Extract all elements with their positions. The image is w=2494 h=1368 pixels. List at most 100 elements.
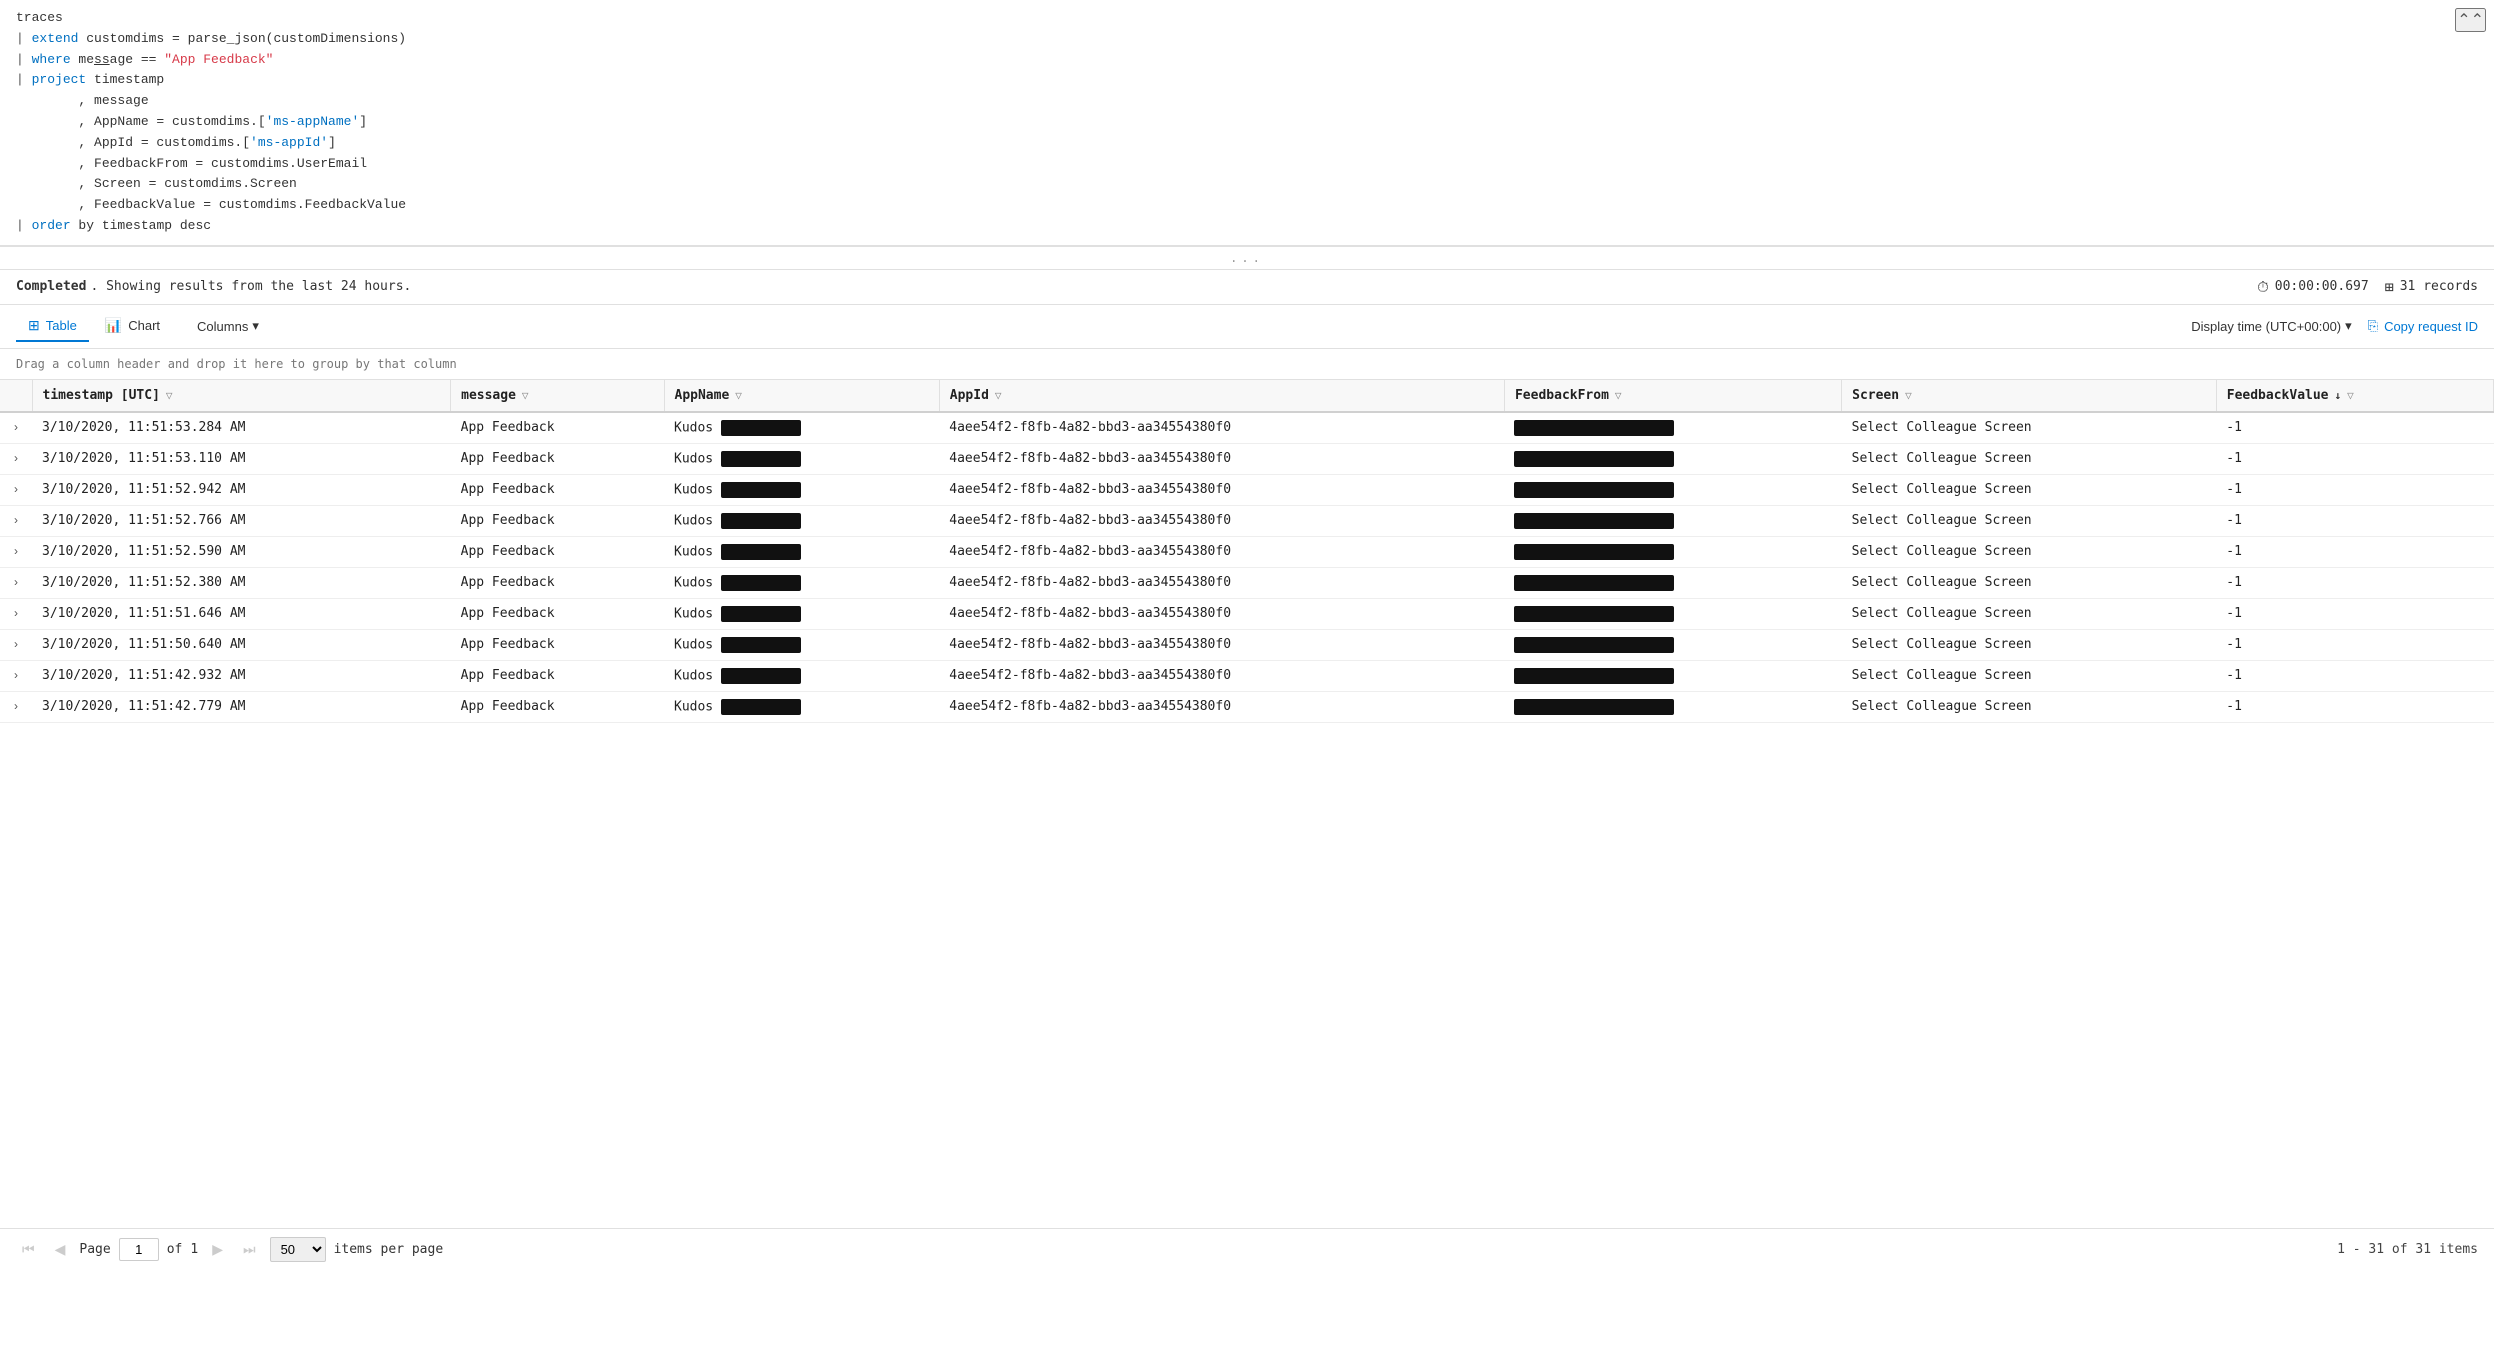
redacted-feedbackfrom xyxy=(1514,544,1674,560)
results-table: timestamp [UTC] ▽ message ▽ AppName ▽ xyxy=(0,380,2494,723)
status-right: ⏱ 00:00:00.697 ⊞ 31 records xyxy=(2257,278,2478,296)
row-expand-cell: › xyxy=(0,412,32,444)
row-expand-button[interactable]: › xyxy=(10,420,22,434)
feedbackfrom-filter-icon[interactable]: ▽ xyxy=(1615,389,1622,402)
row-expand-button[interactable]: › xyxy=(10,482,22,496)
row-expand-button[interactable]: › xyxy=(10,668,22,682)
row-message: App Feedback xyxy=(451,536,664,567)
tab-chart-button[interactable]: 📊 Chart xyxy=(93,311,172,342)
columns-button[interactable]: Columns ▾ xyxy=(184,311,272,341)
table-row: ›3/10/2020, 11:51:51.646 AMApp FeedbackK… xyxy=(0,598,2494,629)
tab-chart-label: Chart xyxy=(128,318,160,333)
toolbar-right: Display time (UTC+00:00) ▾ ⎘ Copy reques… xyxy=(2191,318,2478,334)
tab-table-button[interactable]: ⊞ Table xyxy=(16,311,89,342)
redacted-feedbackfrom xyxy=(1514,699,1674,715)
row-feedbackvalue: -1 xyxy=(2216,567,2493,598)
code-line-1: traces xyxy=(16,8,2478,29)
table-row: ›3/10/2020, 11:51:52.942 AMApp FeedbackK… xyxy=(0,474,2494,505)
row-appname: Kudos xyxy=(664,474,939,505)
row-expand-cell: › xyxy=(0,691,32,722)
col-timestamp-header[interactable]: timestamp [UTC] ▽ xyxy=(32,380,451,412)
per-page-select[interactable]: 50 100 200 xyxy=(270,1237,326,1262)
feedbackvalue-sort-icon[interactable]: ↓ xyxy=(2335,389,2342,402)
row-screen: Select Colleague Screen xyxy=(1842,536,2217,567)
row-appname: Kudos xyxy=(664,412,939,444)
last-page-button[interactable]: ⏭ xyxy=(237,1237,262,1262)
results-table-wrapper[interactable]: timestamp [UTC] ▽ message ▽ AppName ▽ xyxy=(0,380,2494,1228)
code-line-5: , message xyxy=(16,91,2478,112)
col-feedbackfrom-header[interactable]: FeedbackFrom ▽ xyxy=(1504,380,1841,412)
row-screen: Select Colleague Screen xyxy=(1842,660,2217,691)
row-expand-button[interactable]: › xyxy=(10,513,22,527)
row-expand-button[interactable]: › xyxy=(10,544,22,558)
page-label: Page xyxy=(79,1242,110,1257)
code-line-2: | extend customdims = parse_json(customD… xyxy=(16,29,2478,50)
drag-handle[interactable]: ... xyxy=(0,246,2494,270)
next-page-button[interactable]: ▶ xyxy=(206,1237,229,1262)
col-feedbackvalue-header[interactable]: FeedbackValue ↓ ▽ xyxy=(2216,380,2493,412)
row-expand-cell: › xyxy=(0,567,32,598)
items-per-page-label: items per page xyxy=(334,1242,444,1257)
table-row: ›3/10/2020, 11:51:42.932 AMApp FeedbackK… xyxy=(0,660,2494,691)
col-appname-header[interactable]: AppName ▽ xyxy=(664,380,939,412)
table-row: ›3/10/2020, 11:51:52.380 AMApp FeedbackK… xyxy=(0,567,2494,598)
row-appid: 4aee54f2-f8fb-4a82-bbd3-aa34554380f0 xyxy=(939,443,1504,474)
row-appname: Kudos xyxy=(664,691,939,722)
table-row: ›3/10/2020, 11:51:50.640 AMApp FeedbackK… xyxy=(0,629,2494,660)
page-number-input[interactable] xyxy=(119,1238,159,1261)
redacted-feedbackfrom xyxy=(1514,451,1674,467)
appid-filter-icon[interactable]: ▽ xyxy=(995,389,1002,402)
row-message: App Feedback xyxy=(451,660,664,691)
row-expand-button[interactable]: › xyxy=(10,575,22,589)
row-screen: Select Colleague Screen xyxy=(1842,505,2217,536)
timestamp-filter-icon[interactable]: ▽ xyxy=(166,389,173,402)
pagination-range: 1 - 31 of 31 items xyxy=(2337,1242,2478,1257)
feedbackvalue-filter-icon[interactable]: ▽ xyxy=(2347,389,2354,402)
col-message-header[interactable]: message ▽ xyxy=(451,380,664,412)
first-page-button[interactable]: ⏮ xyxy=(16,1237,41,1262)
row-feedbackvalue: -1 xyxy=(2216,443,2493,474)
row-expand-cell: › xyxy=(0,505,32,536)
appname-filter-icon[interactable]: ▽ xyxy=(735,389,742,402)
code-line-8: , FeedbackFrom = customdims.UserEmail xyxy=(16,154,2478,175)
copy-request-id-button[interactable]: ⎘ Copy request ID xyxy=(2368,318,2478,334)
row-screen: Select Colleague Screen xyxy=(1842,691,2217,722)
message-filter-icon[interactable]: ▽ xyxy=(522,389,529,402)
row-appname: Kudos xyxy=(664,598,939,629)
collapse-editor-button[interactable]: ⌃⌃ xyxy=(2455,8,2486,32)
row-expand-button[interactable]: › xyxy=(10,451,22,465)
row-expand-button[interactable]: › xyxy=(10,699,22,713)
row-timestamp: 3/10/2020, 11:51:52.766 AM xyxy=(32,505,451,536)
screen-filter-icon[interactable]: ▽ xyxy=(1905,389,1912,402)
row-expand-button[interactable]: › xyxy=(10,606,22,620)
status-bar: Completed . Showing results from the las… xyxy=(0,270,2494,305)
row-timestamp: 3/10/2020, 11:51:42.932 AM xyxy=(32,660,451,691)
row-feedbackfrom xyxy=(1504,443,1841,474)
row-feedbackvalue: -1 xyxy=(2216,536,2493,567)
row-expand-button[interactable]: › xyxy=(10,637,22,651)
chevron-down-icon: ▾ xyxy=(252,318,259,334)
row-timestamp: 3/10/2020, 11:51:53.284 AM xyxy=(32,412,451,444)
drag-column-hint: Drag a column header and drop it here to… xyxy=(0,349,2494,380)
redacted-feedbackfrom xyxy=(1514,420,1674,436)
redacted-appname xyxy=(721,420,801,436)
row-appname: Kudos xyxy=(664,536,939,567)
redacted-appname xyxy=(721,575,801,591)
row-expand-cell: › xyxy=(0,443,32,474)
row-screen: Select Colleague Screen xyxy=(1842,567,2217,598)
row-message: App Feedback xyxy=(451,629,664,660)
redacted-feedbackfrom xyxy=(1514,668,1674,684)
col-screen-header[interactable]: Screen ▽ xyxy=(1842,380,2217,412)
display-time-label: Display time (UTC+00:00) xyxy=(2191,319,2341,334)
code-line-11: | order by timestamp desc xyxy=(16,216,2478,237)
row-appid: 4aee54f2-f8fb-4a82-bbd3-aa34554380f0 xyxy=(939,567,1504,598)
total-pages: 1 xyxy=(190,1242,198,1257)
row-appid: 4aee54f2-f8fb-4a82-bbd3-aa34554380f0 xyxy=(939,629,1504,660)
col-checkbox-header xyxy=(0,380,32,412)
row-appname: Kudos xyxy=(664,505,939,536)
prev-page-button[interactable]: ◀ xyxy=(49,1237,72,1262)
toolbar-left: ⊞ Table 📊 Chart Columns ▾ xyxy=(16,311,272,342)
pagination: ⏮ ◀ Page of 1 ▶ ⏭ 50 100 200 items per p… xyxy=(0,1228,2494,1270)
display-time-button[interactable]: Display time (UTC+00:00) ▾ xyxy=(2191,318,2351,334)
col-appid-header[interactable]: AppId ▽ xyxy=(939,380,1504,412)
